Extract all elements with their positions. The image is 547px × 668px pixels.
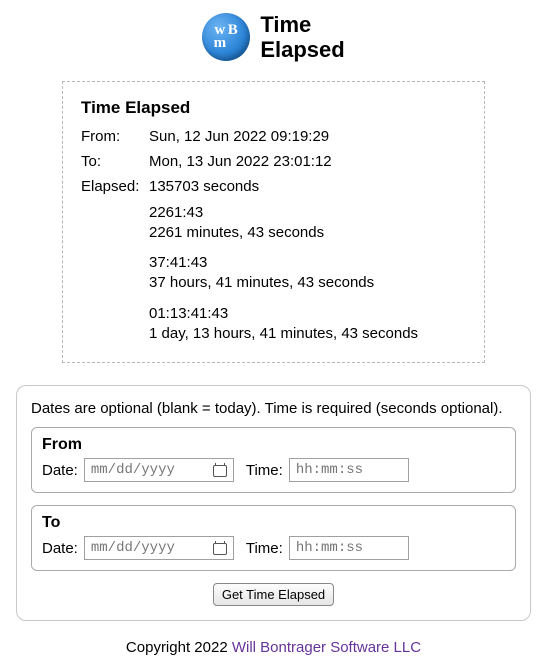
from-field-row: Date: mm/dd/yyyy Time: [42, 458, 505, 482]
elapsed-seconds: 135703 seconds [149, 178, 259, 195]
footer: Copyright 2022 Will Bontrager Software L… [12, 639, 535, 656]
get-time-elapsed-button[interactable]: Get Time Elapsed [213, 583, 334, 606]
logo-icon: w B m [202, 13, 250, 61]
date-placeholder: mm/dd/yyyy [91, 540, 175, 556]
calendar-icon[interactable] [213, 541, 227, 555]
calendar-icon[interactable] [213, 463, 227, 477]
from-time-input[interactable] [289, 458, 409, 482]
logo-letter: B [226, 24, 239, 37]
elapsed-block: 37:41:43 37 hours, 41 minutes, 43 second… [149, 253, 466, 294]
elapsed-block: 2261:43 2261 minutes, 43 seconds [149, 203, 466, 244]
from-date-input[interactable]: mm/dd/yyyy [84, 458, 234, 482]
fieldset-title-to: To [42, 514, 505, 532]
date-label: Date: [42, 462, 78, 479]
elapsed-long: 1 day, 13 hours, 41 minutes, 43 seconds [149, 324, 466, 344]
date-label: Date: [42, 540, 78, 557]
logo-letter [226, 37, 239, 50]
elapsed-short: 37:41:43 [149, 253, 466, 273]
elapsed-block: 01:13:41:43 1 day, 13 hours, 41 minutes,… [149, 304, 466, 345]
title-line: Time [260, 12, 344, 37]
to-value: Mon, 13 Jun 2022 23:01:12 [149, 153, 332, 170]
from-fieldset: From Date: mm/dd/yyyy Time: [31, 427, 516, 493]
elapsed-label: Elapsed: [81, 178, 143, 195]
footer-link[interactable]: Will Bontrager Software LLC [232, 639, 421, 656]
date-placeholder: mm/dd/yyyy [91, 462, 175, 478]
time-label: Time: [246, 462, 283, 479]
page-title: Time Elapsed [260, 12, 344, 63]
form-hint: Dates are optional (blank = today). Time… [31, 400, 516, 417]
elapsed-short: 01:13:41:43 [149, 304, 466, 324]
from-label: From: [81, 128, 143, 145]
copyright-text: Copyright 2022 [126, 639, 232, 656]
fieldset-title-from: From [42, 436, 505, 454]
app-header: w B m Time Elapsed [12, 12, 535, 63]
from-value: Sun, 12 Jun 2022 09:19:29 [149, 128, 329, 145]
form-panel: Dates are optional (blank = today). Time… [16, 385, 531, 621]
elapsed-long: 37 hours, 41 minutes, 43 seconds [149, 273, 466, 293]
time-label: Time: [246, 540, 283, 557]
to-field-row: Date: mm/dd/yyyy Time: [42, 536, 505, 560]
results-panel: Time Elapsed From: Sun, 12 Jun 2022 09:1… [62, 81, 485, 364]
logo-letter: m [213, 37, 226, 50]
results-title: Time Elapsed [81, 98, 466, 118]
to-label: To: [81, 153, 143, 170]
to-date-input[interactable]: mm/dd/yyyy [84, 536, 234, 560]
elapsed-row: Elapsed: 135703 seconds [81, 178, 466, 195]
elapsed-long: 2261 minutes, 43 seconds [149, 223, 466, 243]
from-row: From: Sun, 12 Jun 2022 09:19:29 [81, 128, 466, 145]
to-time-input[interactable] [289, 536, 409, 560]
title-line: Elapsed [260, 37, 344, 62]
to-fieldset: To Date: mm/dd/yyyy Time: [31, 505, 516, 571]
submit-row: Get Time Elapsed [31, 583, 516, 606]
elapsed-short: 2261:43 [149, 203, 466, 223]
to-row: To: Mon, 13 Jun 2022 23:01:12 [81, 153, 466, 170]
